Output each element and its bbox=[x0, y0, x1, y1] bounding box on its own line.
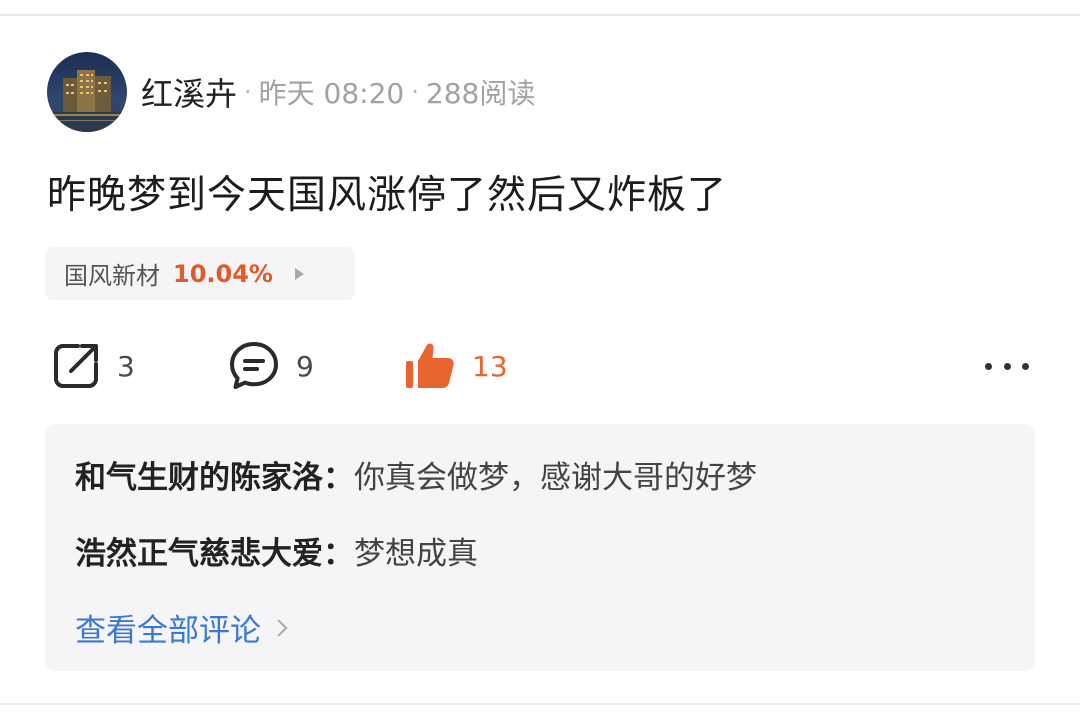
play-arrow-icon bbox=[294, 267, 304, 280]
comment-separator: ： bbox=[323, 460, 354, 496]
stock-tag[interactable]: 国风新材 10.04% bbox=[45, 247, 355, 300]
view-all-label: 查看全部评论 bbox=[75, 613, 261, 649]
share-count: 3 bbox=[117, 349, 135, 383]
more-button[interactable] bbox=[985, 338, 1029, 394]
meta-separator: · bbox=[244, 78, 252, 106]
view-all-comments-link[interactable]: 查看全部评论 bbox=[75, 605, 288, 650]
thumbs-up-icon bbox=[406, 343, 454, 388]
comment-button[interactable]: 9 bbox=[228, 338, 314, 394]
comment-author[interactable]: 浩然正气慈悲大爱 bbox=[75, 536, 323, 572]
like-count: 13 bbox=[472, 349, 508, 383]
stock-change: 10.04% bbox=[173, 259, 273, 288]
comment-item[interactable]: 和气生财的陈家洛：你真会做梦，感谢大哥的好梦 bbox=[75, 452, 757, 497]
action-bar: 3 9 13 bbox=[0, 338, 1080, 394]
more-icon bbox=[1022, 362, 1029, 370]
avatar-image bbox=[47, 52, 127, 132]
bottom-divider bbox=[0, 703, 1080, 705]
chevron-right-icon bbox=[270, 619, 288, 636]
comment-item[interactable]: 浩然正气慈悲大爱：梦想成真 bbox=[75, 528, 478, 573]
post-content[interactable]: 昨晚梦到今天国风涨停了然后又炸板了 bbox=[47, 164, 727, 220]
top-divider bbox=[0, 14, 1080, 16]
comment-author[interactable]: 和气生财的陈家洛 bbox=[75, 460, 323, 496]
share-icon bbox=[54, 344, 98, 388]
post-meta: 红溪卉 · 昨天 08:20 · 288阅读 bbox=[141, 69, 535, 115]
post-card: 红溪卉 · 昨天 08:20 · 288阅读 昨晚梦到今天国风涨停了然后又炸板了… bbox=[0, 0, 1080, 728]
post-header: 红溪卉 · 昨天 08:20 · 288阅读 bbox=[47, 52, 535, 132]
share-button[interactable]: 3 bbox=[51, 338, 135, 394]
more-icon bbox=[1003, 362, 1011, 370]
post-time: 昨天 08:20 bbox=[258, 77, 405, 110]
meta-separator: · bbox=[411, 78, 419, 106]
comment-count: 9 bbox=[296, 349, 314, 383]
like-button[interactable]: 13 bbox=[404, 338, 508, 394]
comment-text: 你真会做梦，感谢大哥的好梦 bbox=[354, 460, 757, 496]
author-name[interactable]: 红溪卉 bbox=[141, 69, 237, 115]
read-count: 288阅读 bbox=[425, 77, 536, 110]
comments-preview: 和气生财的陈家洛：你真会做梦，感谢大哥的好梦 浩然正气慈悲大爱：梦想成真 查看全… bbox=[45, 424, 1035, 671]
more-icon bbox=[985, 362, 992, 370]
avatar[interactable] bbox=[47, 52, 127, 132]
comment-text: 梦想成真 bbox=[354, 536, 478, 572]
comment-separator: ： bbox=[323, 536, 354, 572]
stock-name: 国风新材 bbox=[64, 262, 160, 290]
comment-icon bbox=[230, 342, 278, 389]
